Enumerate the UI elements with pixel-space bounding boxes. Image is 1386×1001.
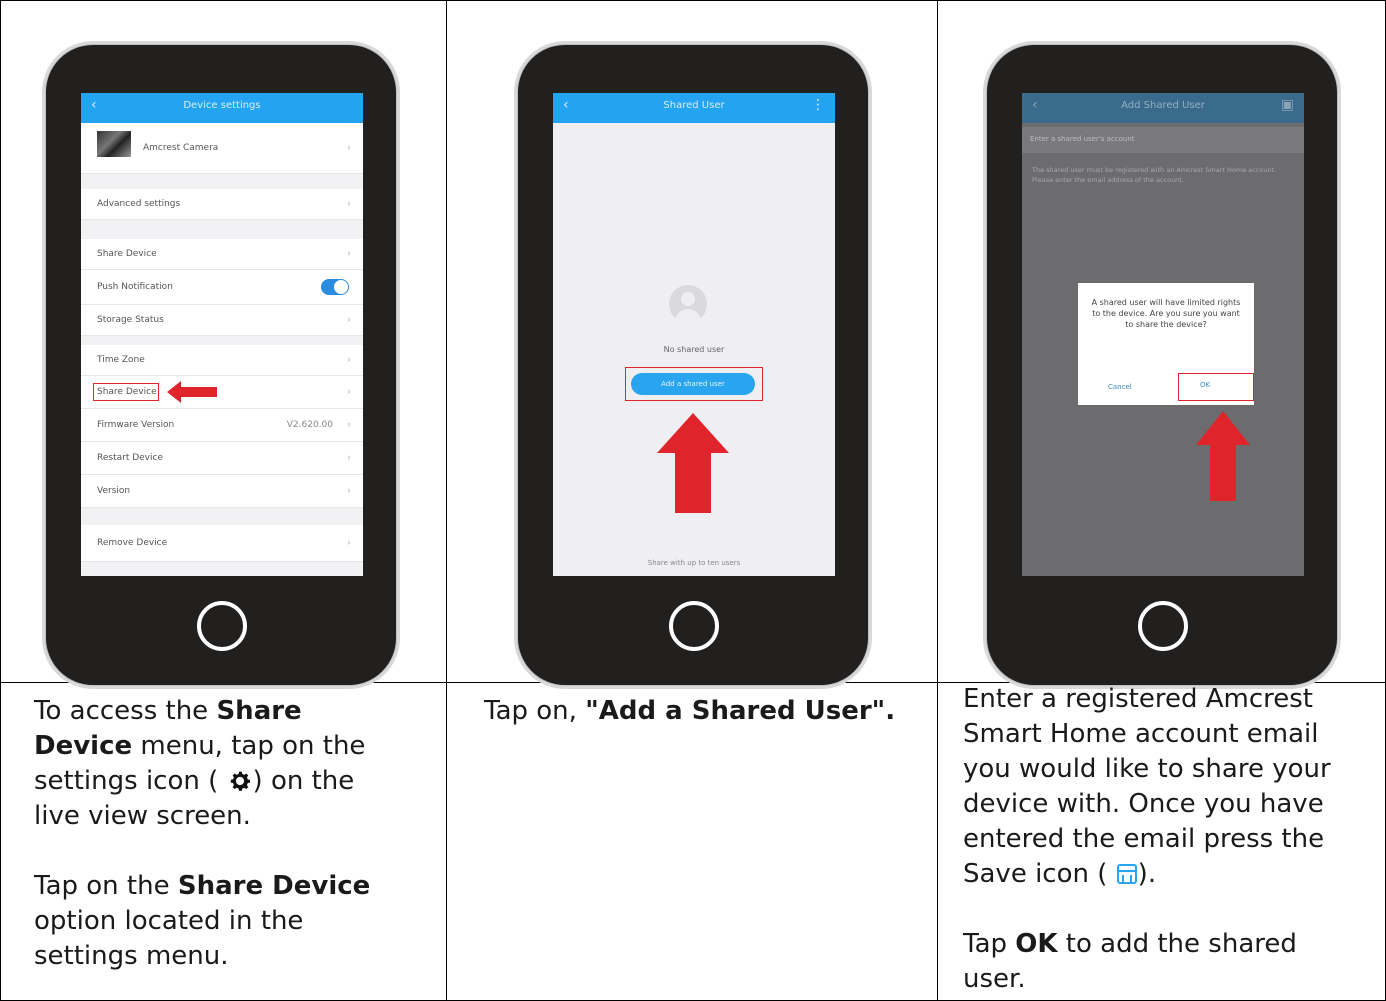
caption-line: live view screen.: [34, 801, 251, 831]
chevron-right-icon: ›: [347, 537, 351, 549]
settings-row[interactable]: Push Notification: [81, 270, 363, 305]
row-label: Version: [97, 486, 131, 496]
more-icon[interactable]: ⋮: [811, 97, 825, 113]
settings-row[interactable]: Share Device ›: [81, 239, 363, 270]
home-button[interactable]: [669, 601, 719, 651]
caption-line: device with. Once you have: [963, 789, 1324, 819]
gear-icon: [230, 771, 250, 791]
home-button[interactable]: [1138, 601, 1188, 651]
caption-line: Tap on, "Add a Shared User".: [484, 696, 896, 726]
no-user-text: No shared user: [663, 345, 725, 354]
row-label: Storage Status: [97, 315, 164, 325]
red-arrow-up-icon: [1196, 411, 1250, 501]
caption-panel1: To access the Share Device menu, tap on …: [34, 694, 434, 974]
chevron-right-icon: ›: [347, 419, 351, 431]
confirm-dialog: A shared user will have limited rights t…: [1078, 283, 1254, 405]
settings-row[interactable]: Version ›: [81, 475, 363, 508]
shared-user-top-bar: ‹ Shared User ⋮: [553, 93, 835, 123]
chevron-right-icon: ›: [347, 485, 351, 497]
settings-row[interactable]: Storage Status ›: [81, 305, 363, 336]
row-label: Share Device: [97, 249, 157, 259]
chevron-right-icon: ›: [347, 452, 351, 464]
caption-line: option located in the: [34, 906, 304, 936]
chevron-right-icon: ›: [347, 314, 351, 326]
caption-line: entered the email press the: [963, 824, 1325, 854]
caption-line: To access the Share: [34, 696, 302, 726]
caption-line: user.: [963, 964, 1026, 994]
caption-line: Smart Home account email: [963, 719, 1319, 749]
phone-add-shared-user: ‹ Add Shared User ▣ Enter a shared user'…: [986, 44, 1338, 686]
chevron-right-icon: ›: [347, 386, 351, 398]
chevron-right-icon: ›: [347, 142, 351, 154]
row-label: Restart Device: [97, 453, 163, 463]
email-hint: The shared user must be registered with …: [1032, 166, 1277, 184]
caption-line: Tap on the Share Device: [34, 871, 371, 901]
dialog-message: A shared user will have limited rights t…: [1091, 298, 1241, 329]
highlight-box: [93, 383, 159, 401]
caption-line: settings icon ( ) on the: [34, 766, 355, 796]
red-arrow-up-icon: [657, 413, 729, 513]
settings-row[interactable]: Advanced settings ›: [81, 189, 363, 220]
red-arrow-left-icon: [167, 381, 217, 403]
settings-top-bar: ‹ Device settings: [81, 93, 363, 123]
highlight-box: [1178, 373, 1254, 401]
caption-panel2: Tap on, "Add a Shared User".: [484, 694, 924, 729]
row-value: V2.620.00: [286, 420, 333, 430]
save-icon: [1116, 864, 1137, 884]
highlight-box: [625, 367, 763, 401]
row-label: Advanced settings: [97, 199, 181, 209]
column-divider: [937, 0, 938, 1001]
screen-title: Shared User: [663, 100, 725, 111]
caption-line: Enter a registered Amcrest: [963, 684, 1313, 714]
save-icon[interactable]: ▣: [1281, 97, 1294, 113]
settings-row[interactable]: Time Zone ›: [81, 345, 363, 376]
row-label: Firmware Version: [97, 420, 175, 430]
caption-line: Tap OK to add the shared: [963, 929, 1297, 959]
add-user-top-bar: ‹ Add Shared User ▣: [1022, 93, 1304, 123]
settings-row[interactable]: Firmware Version V2.620.00 ›: [81, 409, 363, 442]
email-field-label: Enter a shared user's account: [1030, 135, 1135, 143]
caption-line: you would like to share your: [963, 754, 1331, 784]
email-field[interactable]: Enter a shared user's account: [1022, 127, 1304, 153]
caption-panel3: Enter a registered Amcrest Smart Home ac…: [963, 682, 1378, 997]
screen-title: Device settings: [183, 100, 261, 111]
user-avatar-icon: [669, 285, 707, 323]
caption-line: Device menu, tap on the: [34, 731, 366, 761]
caption-line: settings menu.: [34, 941, 229, 971]
chevron-right-icon: ›: [347, 198, 351, 210]
phone-shared-user: ‹ Shared User ⋮ No shared user Add a sha…: [517, 44, 869, 686]
row-label: Push Notification: [97, 282, 173, 292]
chevron-right-icon: ›: [347, 354, 351, 366]
shared-user-screen: ‹ Shared User ⋮ No shared user Add a sha…: [553, 93, 835, 576]
settings-screen: ‹ Device settings Amcrest Camera › Advan…: [81, 93, 363, 576]
settings-row[interactable]: Restart Device ›: [81, 442, 363, 475]
device-name: Amcrest Camera: [143, 143, 219, 153]
settings-row[interactable]: Remove Device ›: [81, 525, 363, 562]
share-limit-note: Share with up to ten users: [647, 559, 741, 567]
dialog-cancel-button[interactable]: Cancel: [1108, 383, 1132, 391]
device-row[interactable]: Amcrest Camera ›: [81, 123, 363, 174]
row-label: Remove Device: [97, 538, 168, 548]
chevron-right-icon: ›: [347, 248, 351, 260]
device-thumbnail: [97, 131, 131, 157]
caption-line: Save icon ( ).: [963, 859, 1157, 889]
row-label: Time Zone: [97, 355, 145, 365]
add-shared-user-screen: ‹ Add Shared User ▣ Enter a shared user'…: [1022, 93, 1304, 576]
home-button[interactable]: [197, 601, 247, 651]
screen-title: Add Shared User: [1121, 100, 1205, 111]
column-divider: [446, 0, 447, 1001]
push-toggle[interactable]: [321, 279, 349, 295]
phone-settings: ‹ Device settings Amcrest Camera › Advan…: [45, 44, 397, 686]
